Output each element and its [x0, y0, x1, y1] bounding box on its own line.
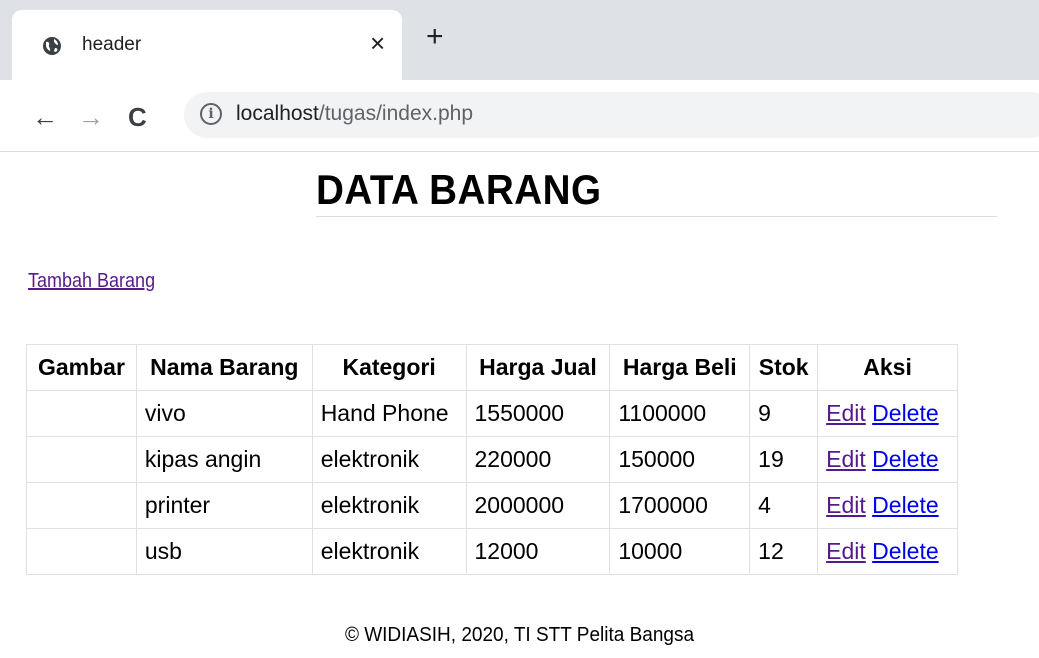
items-table: Gambar Nama Barang Kategori Harga Jual H…	[26, 344, 958, 575]
edit-link[interactable]: Edit	[826, 492, 866, 518]
close-icon[interactable]: ×	[370, 30, 385, 56]
delete-link[interactable]: Delete	[872, 446, 938, 472]
table-row: usb elektronik 12000 10000 12 Edit Delet…	[26, 528, 958, 575]
cell-nama: kipas angin	[135, 436, 313, 483]
globe-icon	[43, 37, 61, 55]
info-icon[interactable]: i	[200, 103, 222, 125]
reload-icon[interactable]: C	[128, 104, 147, 130]
cell-kategori: elektronik	[311, 436, 467, 483]
cell-gambar	[26, 482, 137, 529]
table-row: printer elektronik 2000000 1700000 4 Edi…	[26, 482, 958, 529]
cell-harga-jual: 2000000	[465, 482, 611, 529]
cell-kategori: Hand Phone	[311, 390, 467, 437]
header-kategori: Kategori	[311, 344, 467, 391]
edit-link[interactable]: Edit	[826, 400, 866, 426]
page-footer: © WIDIASIH, 2020, TI STT Pelita Bangsa	[344, 624, 695, 646]
cell-aksi: Edit Delete	[817, 528, 958, 575]
tab-strip: header × +	[0, 0, 1039, 80]
header-harga-jual: Harga Jual	[465, 344, 611, 391]
cell-aksi: Edit Delete	[817, 436, 958, 483]
tab-title: header	[82, 34, 142, 55]
delete-link[interactable]: Delete	[872, 538, 938, 564]
browser-toolbar: ← → C i localhost/tugas/index.php	[0, 80, 1039, 152]
cell-harga-jual: 1550000	[465, 390, 611, 437]
page-title: DATA BARANG	[316, 166, 997, 217]
header-aksi: Aksi	[817, 344, 958, 391]
cell-gambar	[26, 436, 137, 483]
cell-gambar	[26, 528, 137, 575]
cell-harga-jual: 12000	[465, 528, 611, 575]
cell-kategori: elektronik	[311, 482, 467, 529]
delete-link[interactable]: Delete	[872, 400, 938, 426]
edit-link[interactable]: Edit	[826, 446, 866, 472]
new-tab-button[interactable]: +	[426, 22, 444, 52]
header-harga-beli: Harga Beli	[609, 344, 751, 391]
cell-harga-beli: 1100000	[609, 390, 751, 437]
cell-nama: printer	[135, 482, 313, 529]
cell-harga-jual: 220000	[465, 436, 611, 483]
header-gambar: Gambar	[26, 344, 137, 391]
cell-stok: 9	[749, 390, 819, 437]
cell-harga-beli: 1700000	[609, 482, 751, 529]
url-path: /tugas/index.php	[318, 102, 474, 125]
back-arrow-icon[interactable]: ←	[32, 104, 58, 130]
cell-nama: vivo	[135, 390, 313, 437]
forward-arrow-icon[interactable]: →	[78, 104, 104, 130]
cell-kategori: elektronik	[311, 528, 467, 575]
header-nama-barang: Nama Barang	[135, 344, 313, 391]
cell-stok: 12	[749, 528, 819, 575]
table-header-row: Gambar Nama Barang Kategori Harga Jual H…	[26, 344, 958, 391]
browser-tab[interactable]: header ×	[12, 10, 402, 80]
address-bar[interactable]: i localhost/tugas/index.php	[184, 92, 1039, 138]
cell-harga-beli: 150000	[609, 436, 751, 483]
cell-aksi: Edit Delete	[817, 390, 958, 437]
url-text[interactable]: localhost/tugas/index.php	[236, 102, 473, 126]
cell-stok: 4	[749, 482, 819, 529]
cell-aksi: Edit Delete	[817, 482, 958, 529]
cell-nama: usb	[135, 528, 313, 575]
table-row: vivo Hand Phone 1550000 1100000 9 Edit D…	[26, 390, 958, 437]
header-stok: Stok	[749, 344, 819, 391]
cell-stok: 19	[749, 436, 819, 483]
add-item-link[interactable]: Tambah Barang	[28, 270, 155, 293]
table-row: kipas angin elektronik 220000 150000 19 …	[26, 436, 958, 483]
cell-harga-beli: 10000	[609, 528, 751, 575]
url-host: localhost	[236, 102, 319, 125]
cell-gambar	[26, 390, 137, 437]
edit-link[interactable]: Edit	[826, 538, 866, 564]
delete-link[interactable]: Delete	[872, 492, 938, 518]
